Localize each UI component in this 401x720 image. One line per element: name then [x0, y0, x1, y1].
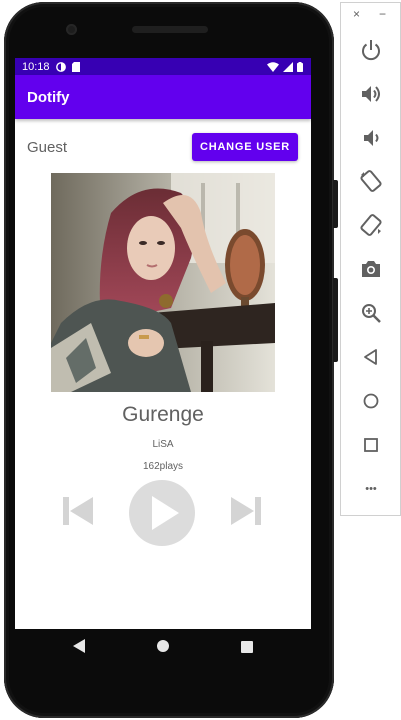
rotate-left-icon [360, 170, 382, 192]
app-title: Dotify [27, 88, 70, 106]
emulator-toolbar: × − ••• [340, 2, 401, 516]
play-button[interactable] [129, 480, 195, 546]
signal-icon [283, 61, 293, 72]
user-row: Guest CHANGE USER [15, 133, 311, 161]
system-navigation-bar [15, 629, 311, 665]
back-icon [364, 349, 377, 365]
sd-card-icon [71, 61, 80, 72]
battery-icon [297, 61, 303, 72]
rotate-right-button[interactable] [359, 213, 383, 237]
emulator-more-button[interactable]: ••• [359, 477, 383, 501]
data-saver-icon [55, 61, 66, 72]
nav-home-button[interactable] [156, 639, 170, 658]
volume-side-button [333, 278, 338, 362]
skip-next-button[interactable] [231, 495, 261, 527]
skip-previous-button[interactable] [63, 495, 93, 527]
camera-icon [362, 261, 380, 277]
screenshot-button[interactable] [359, 257, 383, 281]
emulator-home-button[interactable] [359, 389, 383, 413]
power-button[interactable] [359, 38, 383, 62]
play-count: 162plays [142, 461, 184, 472]
app-bar: Dotify [15, 75, 311, 119]
song-title: Gurenge [122, 403, 204, 426]
home-circle-icon [157, 640, 169, 652]
volume-up-button[interactable] [359, 82, 383, 106]
skip-previous-icon [63, 497, 93, 525]
more-icon: ••• [365, 483, 377, 495]
emulator-back-button[interactable] [359, 345, 383, 369]
album-cover-image [51, 173, 275, 392]
rotate-left-button[interactable] [359, 169, 383, 193]
zoom-button[interactable] [359, 301, 383, 325]
nav-back-button[interactable] [73, 639, 85, 658]
play-icon [129, 480, 195, 546]
volume-down-icon [364, 130, 379, 146]
artist-name: LiSA [152, 439, 174, 450]
earpiece-speaker [132, 26, 208, 33]
emulator-close-button[interactable]: × [353, 7, 360, 21]
playback-controls [15, 478, 311, 546]
nav-overview-button[interactable] [241, 640, 253, 658]
home-icon [363, 393, 379, 409]
volume-down-button[interactable] [359, 126, 383, 150]
power-side-button [333, 180, 338, 228]
skip-next-icon [231, 497, 261, 525]
rotate-right-icon [360, 214, 382, 236]
change-user-button[interactable]: CHANGE USER [192, 133, 298, 161]
volume-up-icon [362, 86, 380, 102]
overview-icon [364, 438, 378, 452]
emulator-window-controls: × − [341, 7, 400, 21]
back-triangle-icon [73, 639, 85, 653]
emulator-overview-button[interactable] [359, 433, 383, 457]
user-name: Guest [27, 139, 68, 156]
front-camera [66, 24, 77, 35]
overview-square-icon [241, 641, 253, 653]
device-screen: 10:18 Dotify Guest CHANGE USER Gurenge L… [15, 58, 311, 629]
player-content: Guest CHANGE USER Gurenge LiSA 162plays [15, 119, 311, 629]
status-time: 10:18 [22, 60, 50, 73]
emulator-minimize-button[interactable]: − [379, 7, 386, 21]
wifi-icon [267, 61, 279, 72]
zoom-icon [362, 304, 381, 323]
power-icon [362, 40, 380, 61]
status-bar: 10:18 [15, 58, 311, 75]
